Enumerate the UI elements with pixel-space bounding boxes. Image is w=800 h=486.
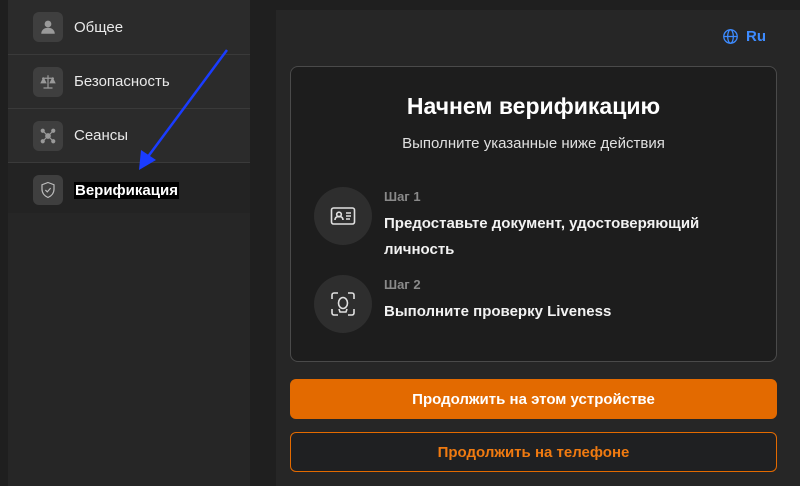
- globe-icon: [723, 29, 738, 44]
- continue-on-device-button[interactable]: Продолжить на этом устройстве: [290, 379, 777, 419]
- sidebar-item-security[interactable]: Безопасность: [8, 55, 250, 109]
- user-icon: [33, 12, 63, 42]
- step-description: Выполните проверку Liveness: [384, 303, 612, 320]
- language-switcher[interactable]: Ru: [722, 28, 766, 45]
- continue-on-phone-button[interactable]: Продолжить на телефоне: [290, 432, 777, 472]
- network-icon: [33, 120, 63, 151]
- verification-panel: Ru Начнем верификацию Выполните указанны…: [276, 10, 800, 486]
- id-card-icon: [314, 187, 372, 245]
- sidebar-item-general[interactable]: Общее: [8, 0, 250, 55]
- shield-icon: [33, 175, 63, 205]
- step-number: Шаг 2: [384, 277, 421, 292]
- sidebar-item-verification[interactable]: Верификация: [8, 163, 250, 217]
- sidebar-item-label: Верификация: [74, 181, 179, 199]
- face-scan-icon: [314, 275, 372, 333]
- sidebar-empty-area: [8, 213, 250, 486]
- step-item: Шаг 2 Выполните проверку Liveness: [314, 275, 744, 333]
- step-number: Шаг 1: [384, 189, 421, 204]
- card-subtitle: Выполните указанные ниже действия: [402, 135, 665, 152]
- sidebar-item-sessions[interactable]: Сеансы: [8, 109, 250, 163]
- sidebar-item-label: Общее: [74, 18, 124, 36]
- scales-icon: [33, 66, 63, 97]
- card-title: Начнем верификацию: [406, 93, 661, 119]
- step-item: Шаг 1 Предоставьте документ, удостоверяю…: [314, 187, 744, 263]
- sidebar-item-label: Безопасность: [74, 73, 170, 90]
- language-label: Ru: [746, 28, 766, 45]
- verification-card: Начнем верификацию Выполните указанные н…: [290, 66, 777, 362]
- step-description: Предоставьте документ, удостоверяющий ли…: [384, 215, 700, 258]
- sidebar-item-label: Сеансы: [74, 127, 129, 144]
- sidebar: Общее Безопасность Сеансы Верификация: [8, 0, 250, 217]
